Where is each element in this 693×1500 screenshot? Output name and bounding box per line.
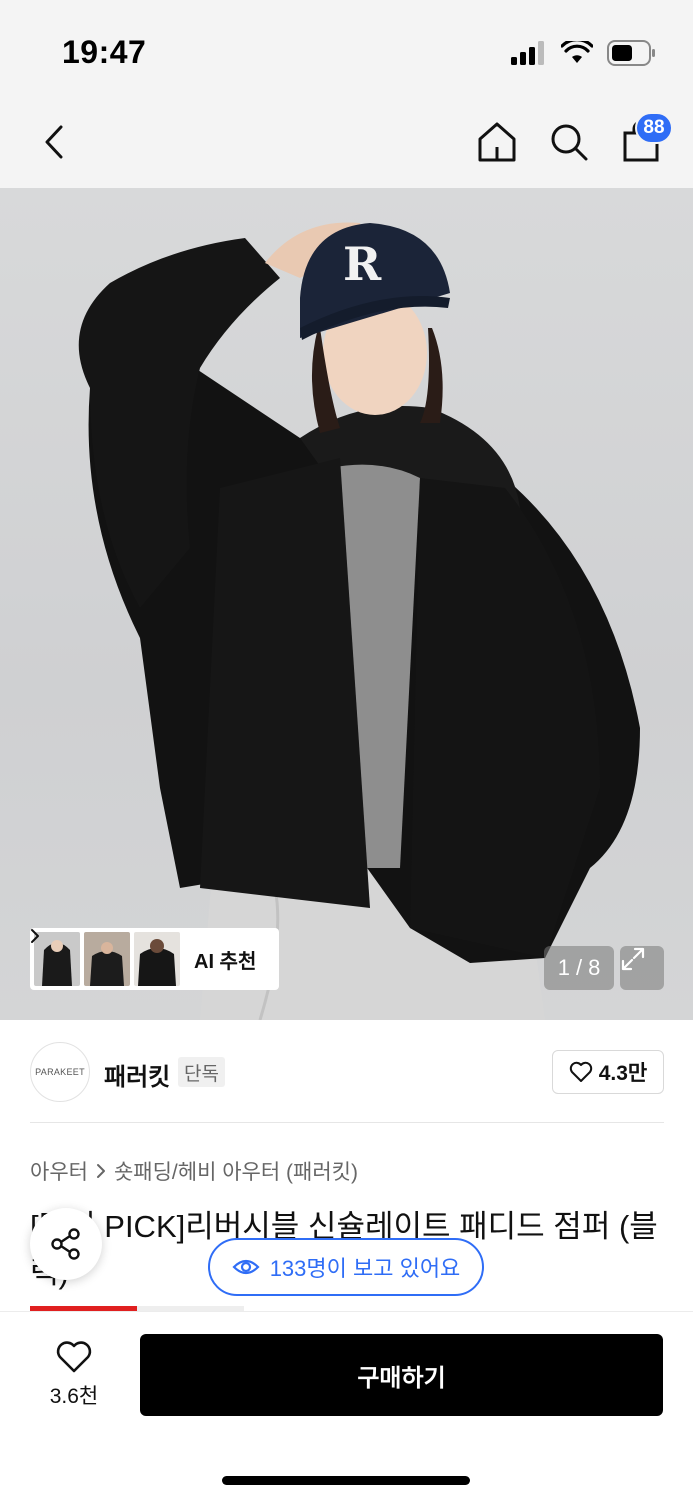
signal-icon <box>511 41 544 65</box>
heart-icon <box>569 1061 592 1082</box>
status-bar: 19:47 <box>0 0 693 100</box>
divider <box>30 1122 664 1123</box>
status-icons <box>511 40 657 66</box>
nav-actions: 88 <box>475 112 673 166</box>
viewers-text: 133명이 보고 있어요 <box>269 1256 461 1281</box>
breadcrumb: 아우터 숏패딩/헤비 아우터 (패러킷) <box>30 1156 358 1186</box>
wifi-icon <box>561 41 593 63</box>
expand-image-button[interactable] <box>620 946 664 990</box>
recommendation-thumbnail[interactable] <box>134 932 180 986</box>
svg-text:R: R <box>343 237 382 291</box>
recommendation-thumbnail[interactable] <box>34 932 80 986</box>
search-icon <box>551 124 588 161</box>
heart-icon <box>56 1341 92 1373</box>
product-image-gallery[interactable]: R AI 추천 1 / 8 <box>0 188 693 1020</box>
brand-like-button[interactable]: 4.3만 <box>552 1050 664 1094</box>
breadcrumb-subcategory[interactable]: 숏패딩/헤비 아우터 (패러킷) <box>114 1156 358 1186</box>
home-button[interactable] <box>475 118 519 166</box>
search-button[interactable] <box>547 118 591 166</box>
image-page-indicator: 1 / 8 <box>544 946 614 990</box>
recommendation-thumbnail[interactable] <box>84 932 130 986</box>
product-photo: R <box>78 222 641 1020</box>
cart-button[interactable]: 88 <box>619 112 673 166</box>
back-button[interactable] <box>36 120 72 164</box>
ai-recommendation-strip[interactable]: AI 추천 <box>30 928 279 990</box>
breadcrumb-category[interactable]: 아우터 <box>30 1156 88 1186</box>
battery-icon <box>607 40 655 66</box>
expand-icon <box>621 947 645 971</box>
exclusive-tag: 단독 <box>178 1057 225 1087</box>
share-icon <box>51 1228 80 1260</box>
home-icon <box>478 122 516 162</box>
cart-count-badge: 88 <box>635 112 673 144</box>
status-time: 19:47 <box>62 34 147 70</box>
buy-button[interactable]: 구매하기 <box>140 1334 663 1416</box>
home-indicator <box>222 1476 470 1485</box>
chevron-right-icon <box>96 1164 105 1178</box>
brand-name[interactable]: 패러킷 <box>104 1057 170 1092</box>
eye-icon <box>232 1259 260 1275</box>
viewers-indicator: 133명이 보고 있어요 <box>208 1238 484 1296</box>
brand-logo[interactable]: PARAKEET <box>30 1042 90 1102</box>
ai-recommend-label[interactable]: AI 추천 <box>31 929 256 974</box>
brand-row: PARAKEET 패러킷 단독 4.3만 <box>30 1042 664 1102</box>
chevron-right-icon <box>31 929 39 943</box>
wishlist-button[interactable]: 3.6천 <box>34 1340 114 1412</box>
chevron-left-icon <box>45 125 63 159</box>
brand-like-count: 4.3만 <box>598 1062 648 1085</box>
top-nav: 88 <box>0 100 693 188</box>
wishlist-count: 3.6천 <box>49 1385 99 1408</box>
bottom-action-bar: 3.6천 구매하기 <box>0 1311 693 1500</box>
share-button[interactable] <box>30 1208 102 1280</box>
